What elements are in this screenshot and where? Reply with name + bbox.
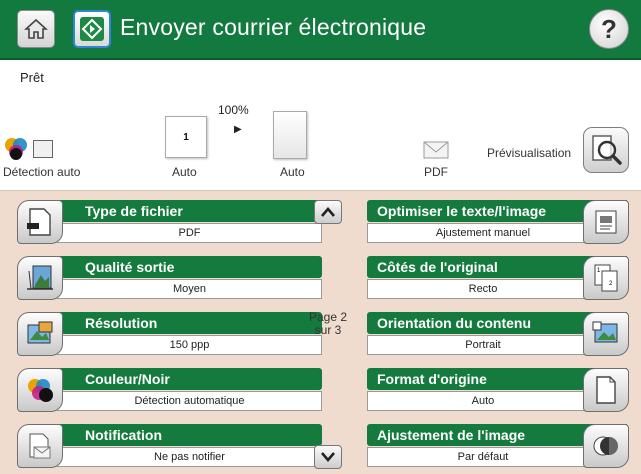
setting-value: 150 ppp: [57, 335, 322, 355]
original-size-icon: [583, 368, 629, 412]
home-icon: [24, 18, 48, 39]
setting-value: Détection automatique: [57, 391, 322, 411]
setting-content-orientation[interactable]: Orientation du contenu Portrait: [367, 308, 629, 358]
output-size-label: Auto: [280, 165, 305, 179]
envelope-icon: [423, 141, 449, 159]
file-format-label: PDF: [424, 165, 448, 179]
setting-label: Notification: [57, 424, 322, 446]
file-type-icon: [17, 200, 63, 244]
output-quality-icon: [17, 256, 63, 300]
setting-label: Résolution: [57, 312, 322, 334]
setting-value: Ajustement manuel: [367, 223, 599, 243]
orientation-icon: [583, 312, 629, 356]
page-title: Envoyer courrier électronique: [120, 14, 427, 40]
home-button[interactable]: [17, 10, 55, 48]
setting-label: Qualité sortie: [57, 256, 322, 278]
magnifier-icon: [592, 135, 622, 165]
setting-label: Type de fichier: [57, 200, 322, 222]
color-mode-label: Détection auto: [3, 165, 81, 179]
scroll-down-button[interactable]: [314, 445, 342, 469]
preview-button[interactable]: [583, 127, 629, 173]
setting-notification[interactable]: Notification Ne pas notifier: [17, 420, 322, 470]
optimize-icon: [583, 200, 629, 244]
source-size-label: Auto: [172, 165, 197, 179]
setting-color-black[interactable]: Couleur/Noir Détection automatique: [17, 364, 322, 414]
chevron-down-icon: [321, 452, 335, 462]
color-detect-icon: [5, 138, 27, 160]
help-button[interactable]: ?: [589, 9, 629, 49]
output-page-thumbnail: [273, 111, 307, 159]
page-number: 1: [183, 132, 189, 143]
source-page-thumbnail: 1: [165, 116, 207, 158]
setting-value: Auto: [367, 391, 599, 411]
setting-original-sides[interactable]: Côtés de l'original Recto 12: [367, 252, 629, 302]
setting-value: Recto: [367, 279, 599, 299]
setting-optimize[interactable]: Optimiser le texte/l'image Ajustement ma…: [367, 196, 629, 246]
page-indicator-line2: sur 3: [314, 323, 342, 337]
resolution-icon: [17, 312, 63, 356]
preview-label: Prévisualisation: [487, 146, 572, 160]
color-black-icon: [17, 368, 63, 412]
notification-icon: [17, 424, 63, 468]
status-text: Prêt: [20, 70, 44, 85]
start-icon: [80, 17, 104, 41]
title-bar: Envoyer courrier électronique ?: [0, 0, 641, 60]
scroll-up-button[interactable]: [314, 200, 342, 224]
setting-value: Ne pas notifier: [57, 447, 322, 467]
page-indicator: Page 2 sur 3: [301, 311, 355, 337]
setting-image-adjust[interactable]: Ajustement de l'image Par défaut: [367, 420, 629, 470]
setting-value: Par défaut: [367, 447, 599, 467]
original-sides-icon: 12: [583, 256, 629, 300]
setting-value: Portrait: [367, 335, 599, 355]
help-icon: ?: [601, 14, 617, 44]
setting-file-type[interactable]: Type de fichier PDF: [17, 196, 322, 246]
setting-value: Moyen: [57, 279, 322, 299]
setting-value: PDF: [57, 223, 322, 243]
zoom-level: 100%: [218, 103, 249, 117]
start-button[interactable]: [73, 10, 111, 48]
chevron-up-icon: [321, 207, 335, 217]
setting-label: Couleur/Noir: [57, 368, 322, 390]
setting-original-size[interactable]: Format d'origine Auto: [367, 364, 629, 414]
image-adjust-icon: [583, 424, 629, 468]
arrow-right-icon: ▶: [234, 124, 242, 135]
mono-page-icon: [33, 140, 53, 158]
setting-resolution[interactable]: Résolution 150 ppp: [17, 308, 322, 358]
setting-output-quality[interactable]: Qualité sortie Moyen: [17, 252, 322, 302]
